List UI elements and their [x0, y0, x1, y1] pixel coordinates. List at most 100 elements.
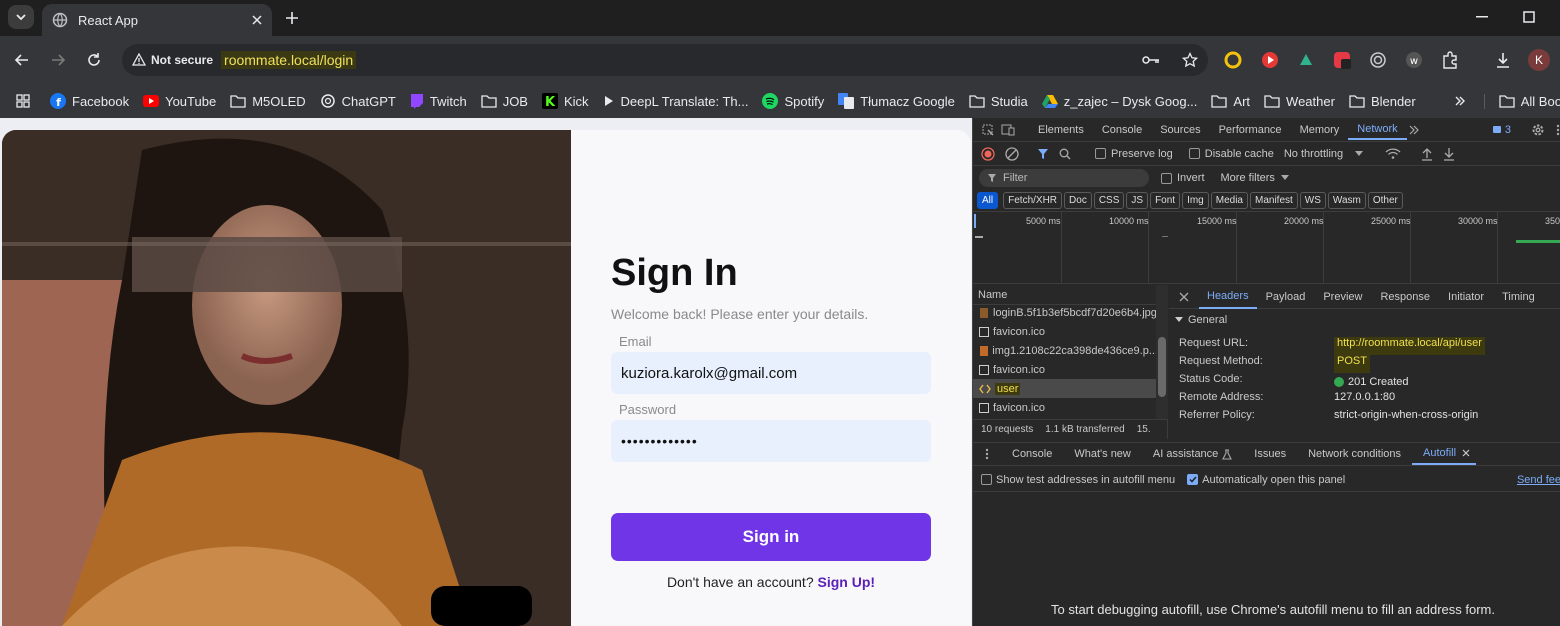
device-toolbar-icon[interactable] — [997, 124, 1019, 136]
network-conditions-icon[interactable] — [1385, 147, 1401, 160]
checkbox-box[interactable] — [981, 474, 992, 485]
extension-green-icon[interactable] — [1297, 51, 1315, 69]
detail-tab-payload[interactable]: Payload — [1257, 291, 1315, 303]
settings-gear-icon[interactable] — [1531, 123, 1545, 137]
devtools-tab-memory[interactable]: Memory — [1291, 124, 1349, 136]
extension-yellow-icon[interactable] — [1224, 51, 1242, 69]
chip-img[interactable]: Img — [1182, 192, 1209, 209]
throttling-select[interactable]: No throttling — [1284, 148, 1364, 160]
bookmarks-overflow-icon[interactable] — [1454, 95, 1466, 107]
chip-ws[interactable]: WS — [1299, 192, 1326, 209]
extension-youtube-icon[interactable] — [1261, 51, 1279, 69]
header-value[interactable]: http://roommate.local/api/user — [1334, 337, 1485, 355]
close-detail-icon[interactable] — [1169, 292, 1199, 302]
chip-wasm[interactable]: Wasm — [1327, 192, 1366, 209]
url-text[interactable]: roommate.local/login — [221, 51, 357, 69]
browser-tab[interactable]: React App — [42, 4, 272, 36]
detail-tab-initiator[interactable]: Initiator — [1439, 291, 1493, 303]
chip-media[interactable]: Media — [1210, 192, 1248, 209]
devtools-tab-console[interactable]: Console — [1093, 124, 1151, 136]
maximize-icon[interactable] — [1523, 11, 1535, 23]
signup-link[interactable]: Sign Up! — [818, 574, 876, 590]
checkbox-box[interactable] — [1095, 148, 1106, 159]
header-value[interactable]: POST — [1334, 355, 1370, 373]
auto-open-checkbox[interactable]: Automatically open this panel — [1187, 474, 1345, 486]
bookmark-google-drive[interactable]: z_zajec – Dysk Goog... — [1041, 94, 1197, 109]
search-icon[interactable] — [1059, 148, 1071, 160]
chip-all[interactable]: All — [977, 192, 999, 209]
inspect-element-icon[interactable] — [979, 124, 997, 136]
bookmark-google-translate[interactable]: Tłumacz Google — [838, 93, 955, 109]
tab-close-icon[interactable] — [252, 15, 262, 25]
drawer-tab-console[interactable]: Console — [1001, 448, 1063, 460]
minimize-icon[interactable] — [1476, 16, 1488, 18]
chip-font[interactable]: Font — [1150, 192, 1181, 209]
detail-tab-timing[interactable]: Timing — [1493, 291, 1544, 303]
detail-tab-headers[interactable]: Headers — [1199, 285, 1257, 309]
devtools-tab-performance[interactable]: Performance — [1210, 124, 1291, 136]
request-row[interactable]: favicon.ico — [973, 360, 1158, 379]
bookmark-m5oled[interactable]: M5OLED — [230, 94, 306, 109]
request-row[interactable]: img1.2108c22ca398de436ce9.p... — [973, 341, 1158, 360]
extension-target-icon[interactable] — [1369, 51, 1387, 69]
bookmark-kick[interactable]: K Kick — [541, 93, 589, 109]
name-column-header[interactable]: Name — [978, 289, 1007, 301]
extension-w-icon[interactable]: w — [1405, 51, 1423, 69]
scrollbar-thumb[interactable] — [1158, 337, 1166, 397]
request-row[interactable]: favicon.ico — [973, 398, 1158, 417]
devtools-menu-icon[interactable] — [1555, 124, 1560, 136]
send-feedback-link[interactable]: Send fee — [1517, 474, 1560, 486]
bookmark-youtube[interactable]: YouTube — [143, 94, 216, 109]
disable-cache-checkbox[interactable]: Disable cache — [1188, 148, 1274, 160]
bookmark-chatgpt[interactable]: ChatGPT — [320, 93, 396, 109]
preserve-log-checkbox[interactable]: Preserve log — [1095, 148, 1173, 160]
drawer-tab-autofill[interactable]: Autofill — [1412, 443, 1477, 465]
header-value[interactable]: 127.0.0.1:80 — [1334, 391, 1395, 409]
drawer-tab-ai-assistance[interactable]: AI assistance — [1142, 448, 1243, 460]
bookmark-job[interactable]: JOB — [481, 94, 528, 109]
detail-tab-response[interactable]: Response — [1371, 291, 1439, 303]
request-list-scrollbar[interactable] — [1156, 285, 1168, 419]
bookmark-art[interactable]: Art — [1211, 94, 1250, 109]
signin-button[interactable]: Sign in — [611, 513, 931, 561]
chip-manifest[interactable]: Manifest — [1250, 192, 1298, 209]
bookmark-deepl[interactable]: DeepL Translate: Th... — [603, 94, 748, 109]
import-har-icon[interactable] — [1421, 147, 1433, 161]
more-tabs-icon[interactable] — [1407, 125, 1421, 135]
bookmark-blender[interactable]: Blender — [1349, 94, 1416, 109]
filter-funnel-icon[interactable] — [1037, 148, 1049, 160]
checkbox-box[interactable] — [1161, 172, 1172, 184]
forward-icon[interactable] — [50, 52, 66, 68]
bookmark-twitch[interactable]: Twitch — [410, 93, 467, 109]
request-row[interactable]: favicon.ico — [973, 322, 1158, 341]
request-row-selected[interactable]: user — [973, 379, 1158, 398]
issues-badge[interactable]: 3 — [1492, 124, 1511, 136]
back-icon[interactable] — [14, 52, 30, 68]
more-filters-dropdown[interactable]: More filters — [1221, 172, 1289, 184]
bookmark-studia[interactable]: Studia — [969, 94, 1028, 109]
password-field[interactable]: ••••••••••••• — [611, 420, 931, 462]
tab-search-button[interactable] — [8, 5, 34, 29]
extension-red-icon[interactable] — [1333, 51, 1351, 69]
chip-css[interactable]: CSS — [1093, 192, 1125, 209]
header-value[interactable]: strict-origin-when-cross-origin — [1334, 409, 1478, 427]
devtools-tab-elements[interactable]: Elements — [1029, 124, 1093, 136]
drawer-tab-whats-new[interactable]: What's new — [1063, 448, 1142, 460]
bookmark-spotify[interactable]: Spotify — [762, 93, 824, 109]
drawer-menu-icon[interactable] — [973, 448, 1001, 460]
apps-grid-icon[interactable] — [16, 94, 30, 108]
general-section-header[interactable]: General — [1175, 314, 1227, 326]
detail-tab-preview[interactable]: Preview — [1314, 291, 1371, 303]
extensions-puzzle-icon[interactable] — [1441, 51, 1459, 69]
devtools-tab-sources[interactable]: Sources — [1151, 124, 1209, 136]
chip-other[interactable]: Other — [1367, 192, 1403, 209]
chip-js[interactable]: JS — [1126, 192, 1149, 209]
address-bar[interactable]: Not secure roommate.local/login — [122, 44, 1208, 76]
clear-icon[interactable] — [1005, 146, 1019, 161]
reload-icon[interactable] — [86, 52, 102, 68]
checkbox-checked[interactable] — [1187, 474, 1199, 485]
bookmark-facebook[interactable]: f Facebook — [50, 93, 129, 109]
invert-checkbox[interactable]: Invert — [1161, 172, 1205, 184]
chip-doc[interactable]: Doc — [1064, 192, 1092, 209]
network-timeline[interactable]: 5000 ms 10000 ms 15000 ms 20000 ms 25000… — [973, 212, 1560, 284]
